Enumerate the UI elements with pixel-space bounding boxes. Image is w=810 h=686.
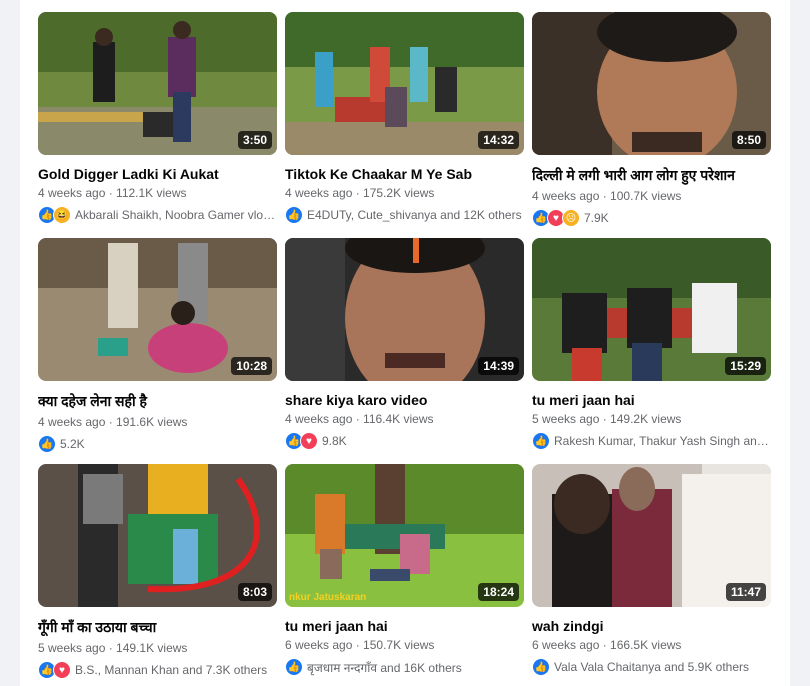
- video-title[interactable]: क्या दहेज लेना सही है: [38, 392, 277, 411]
- video-card: 14:32 Tiktok Ke Chaakar M Ye Sab 4 weeks…: [285, 12, 524, 228]
- video-thumbnail[interactable]: nkur Jatuskaran 18:24: [285, 464, 524, 607]
- video-card: 15:29 tu meri jaan hai 5 weeks ago · 149…: [532, 238, 771, 454]
- video-title[interactable]: tu meri jaan hai: [285, 618, 524, 634]
- video-thumbnail[interactable]: 8:50: [532, 12, 771, 155]
- video-duration: 10:28: [231, 357, 272, 375]
- video-thumbnail[interactable]: 14:32: [285, 12, 524, 155]
- like-icon: 👍: [38, 435, 56, 453]
- like-icon: 👍: [532, 658, 550, 676]
- video-meta: 4 weeks ago · 191.6K views: [38, 415, 188, 429]
- video-duration: 18:24: [478, 583, 519, 601]
- video-title[interactable]: दिल्ली मे लगी भारी आग लोग हुए परेशान: [532, 166, 771, 185]
- reactions-summary[interactable]: 👍 ♥ ☹ 7.9K: [532, 209, 771, 227]
- reactions-text: E4DUTy, Cute_shivanya and 12K others: [307, 208, 522, 222]
- video-duration: 14:39: [478, 357, 519, 375]
- video-thumbnail[interactable]: 14:39: [285, 238, 524, 381]
- reactions-text: 7.9K: [584, 211, 609, 225]
- video-title[interactable]: share kiya karo video: [285, 392, 524, 408]
- video-meta: 4 weeks ago · 100.7K views: [532, 189, 682, 203]
- reactions-summary[interactable]: 👍 Vala Vala Chaitanya and 5.9K others: [532, 658, 771, 676]
- video-list-panel: 3:50 Gold Digger Ladki Ki Aukat 4 weeks …: [20, 0, 790, 686]
- video-duration: 14:32: [478, 131, 519, 149]
- video-thumbnail[interactable]: 8:03: [38, 464, 277, 607]
- reactions-text: 5.2K: [60, 437, 85, 451]
- like-icon: 👍: [285, 658, 303, 676]
- video-card: 8:03 गूँगी माँ का उठाया बच्चा 5 weeks ag…: [38, 464, 277, 680]
- reactions-text: Vala Vala Chaitanya and 5.9K others: [554, 660, 750, 674]
- video-title[interactable]: tu meri jaan hai: [532, 392, 771, 408]
- video-card: 10:28 क्या दहेज लेना सही है 4 weeks ago …: [38, 238, 277, 454]
- video-card: 8:50 दिल्ली मे लगी भारी आग लोग हुए परेशा…: [532, 12, 771, 228]
- video-card: 14:39 share kiya karo video 4 weeks ago …: [285, 238, 524, 454]
- reactions-text: Akbarali Shaikh, Noobra Gamer vlog and: [75, 208, 277, 222]
- like-icon: 👍: [285, 206, 303, 224]
- reactions-summary[interactable]: 👍 ♥ B.S., Mannan Khan and 7.3K others: [38, 661, 277, 679]
- video-meta: 4 weeks ago · 175.2K views: [285, 186, 435, 200]
- video-meta: 5 weeks ago · 149.2K views: [532, 412, 682, 426]
- video-thumbnail[interactable]: 11:47: [532, 464, 771, 607]
- video-card: 3:50 Gold Digger Ladki Ki Aukat 4 weeks …: [38, 12, 277, 228]
- video-meta: 5 weeks ago · 149.1K views: [38, 641, 188, 655]
- reactions-summary[interactable]: 👍 Rakesh Kumar, Thakur Yash Singh and 11…: [532, 432, 771, 450]
- love-icon: ♥: [300, 432, 318, 450]
- reactions-summary[interactable]: 👍 ♥ 9.8K: [285, 432, 524, 450]
- video-thumbnail[interactable]: 15:29: [532, 238, 771, 381]
- reactions-summary[interactable]: 👍 5.2K: [38, 435, 277, 453]
- love-icon: ♥: [53, 661, 71, 679]
- video-meta: 6 weeks ago · 150.7K views: [285, 638, 435, 652]
- video-duration: 15:29: [725, 357, 766, 375]
- video-grid: 3:50 Gold Digger Ladki Ki Aukat 4 weeks …: [38, 12, 771, 680]
- video-meta: 6 weeks ago · 166.5K views: [532, 638, 682, 652]
- video-thumbnail[interactable]: 3:50: [38, 12, 277, 155]
- reactions-text: 9.8K: [322, 434, 347, 448]
- reactions-text: बृजधाम नन्दगाँव and 16K others: [307, 660, 462, 675]
- reactions-summary[interactable]: 👍 बृजधाम नन्दगाँव and 16K others: [285, 658, 524, 676]
- video-thumbnail[interactable]: 10:28: [38, 238, 277, 381]
- video-duration: 11:47: [725, 583, 766, 601]
- sad-icon: ☹: [562, 209, 580, 227]
- reactions-text: Rakesh Kumar, Thakur Yash Singh and 11K …: [554, 434, 771, 448]
- video-duration: 8:50: [731, 131, 766, 149]
- video-title[interactable]: wah zindgi: [532, 618, 771, 634]
- video-title[interactable]: Gold Digger Ladki Ki Aukat: [38, 166, 277, 182]
- video-title[interactable]: Tiktok Ke Chaakar M Ye Sab: [285, 166, 524, 182]
- reactions-text: B.S., Mannan Khan and 7.3K others: [75, 663, 268, 677]
- video-duration: 8:03: [237, 583, 272, 601]
- video-meta: 4 weeks ago · 116.4K views: [285, 412, 434, 426]
- video-title[interactable]: गूँगी माँ का उठाया बच्चा: [38, 618, 277, 637]
- reactions-summary[interactable]: 👍 😆 Akbarali Shaikh, Noobra Gamer vlog a…: [38, 206, 277, 224]
- video-card: 11:47 wah zindgi 6 weeks ago · 166.5K vi…: [532, 464, 771, 680]
- thumbnail-watermark: nkur Jatuskaran: [289, 592, 367, 603]
- reactions-summary[interactable]: 👍 E4DUTy, Cute_shivanya and 12K others: [285, 206, 524, 224]
- video-meta: 4 weeks ago · 112.1K views: [38, 186, 187, 200]
- video-card: nkur Jatuskaran 18:24 tu meri jaan hai 6…: [285, 464, 524, 680]
- haha-icon: 😆: [53, 206, 71, 224]
- video-duration: 3:50: [237, 131, 272, 149]
- like-icon: 👍: [532, 432, 550, 450]
